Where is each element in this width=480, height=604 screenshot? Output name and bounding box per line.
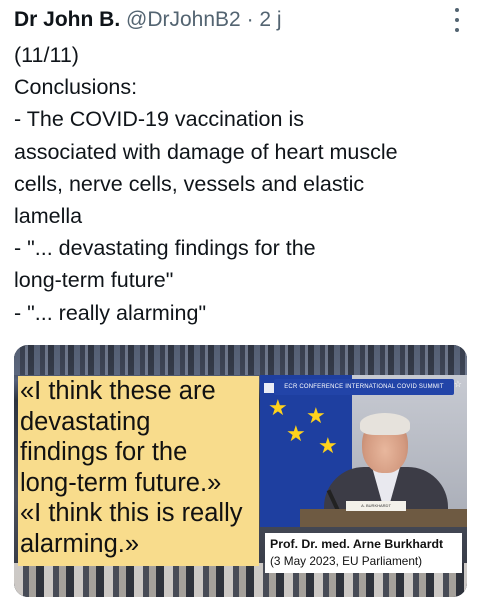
- quote-line: alarming.»: [20, 529, 140, 558]
- author-handle[interactable]: @DrJohnB2: [126, 8, 241, 31]
- conference-banner: ECR CONFERENCE INTERNATIONAL COVID SUMMI…: [274, 379, 454, 395]
- quote-line: devastating: [20, 407, 151, 436]
- star-icon: ★: [318, 433, 338, 458]
- tweet-line: cells, nerve cells, vessels and elastic: [14, 171, 365, 196]
- tweet-timestamp[interactable]: 2 j: [259, 8, 281, 31]
- quote-box: «I think these are devastating findings …: [18, 376, 259, 566]
- tweet-line: - "... devastating findings for the: [14, 236, 316, 261]
- tweet-line: - "... really alarming": [14, 300, 207, 325]
- caption-name: Prof. Dr. med. Arne Burkhardt: [270, 537, 444, 551]
- author-name[interactable]: Dr John B.: [14, 8, 120, 31]
- speaker-desk: [300, 509, 467, 527]
- tweet-line: - The COVID-19 vaccination is: [14, 107, 304, 132]
- more-dot-bottom: [455, 28, 459, 32]
- quote-line: findings for the: [20, 438, 188, 466]
- more-dot-top: [455, 8, 459, 12]
- speaker-hair: [360, 413, 410, 435]
- quote-line: long-term future.»: [20, 468, 222, 497]
- header-separator: ·: [246, 8, 254, 31]
- caption-detail: (3 May 2023, EU Parliament): [270, 554, 423, 568]
- tweet-line: (11/11): [14, 43, 79, 67]
- tweet-media-image[interactable]: «I think these are devastating findings …: [14, 345, 467, 597]
- tweet-line: associated with damage of heart muscle: [14, 139, 398, 164]
- star-icon: ★: [268, 395, 288, 420]
- speaker-video-frame: ★ ★ ★ ★ ECR CONFERENCE INTERNATIONAL COV…: [260, 375, 467, 527]
- more-options-icon[interactable]: [452, 8, 462, 32]
- tweet-header: Dr John B. @DrJohnB2 · 2 j: [14, 7, 282, 33]
- quote-line: «I think this is really: [20, 499, 243, 527]
- more-dot-middle: [455, 18, 459, 22]
- tweet-line: lamella: [14, 204, 83, 229]
- banner-logo: [264, 383, 274, 393]
- tweet-line: long-term future": [14, 268, 174, 293]
- pin-icon: ☆: [453, 379, 462, 389]
- tweet[interactable]: Dr John B. @DrJohnB2 · 2 j (11/11) Concl…: [0, 0, 480, 604]
- quote-line: «I think these are: [20, 377, 216, 405]
- parliament-seats-top: [14, 345, 467, 375]
- speaker-caption: Prof. Dr. med. Arne Burkhardt (3 May 202…: [265, 533, 462, 573]
- tweet-text: (11/11) Conclusions: - The COVID-19 vacc…: [14, 39, 470, 329]
- star-icon: ★: [306, 403, 326, 428]
- tweet-line: Conclusions:: [14, 75, 138, 100]
- star-icon: ★: [286, 421, 306, 446]
- speaker-nameplate: A. BURKHARDT: [346, 501, 406, 511]
